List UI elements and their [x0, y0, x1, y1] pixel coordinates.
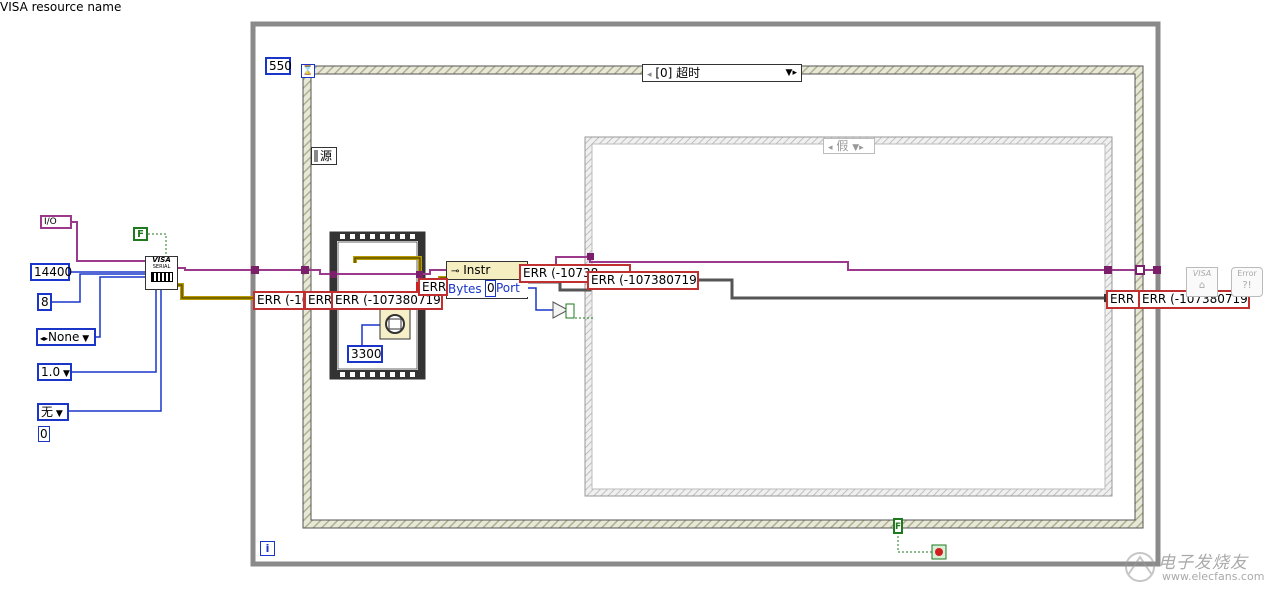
- error-indicator-node-in: ERR: [418, 278, 448, 296]
- inner-case-dropdown-icon: ▼▸: [852, 143, 864, 153]
- flow-control-numeric: 0: [38, 426, 50, 442]
- data-bits-constant[interactable]: 8: [37, 293, 52, 311]
- error-handler-label: Error: [1237, 269, 1257, 278]
- case-selector-left-arrow-icon: ◂: [647, 70, 652, 80]
- simple-error-handler-node[interactable]: Error ?!: [1231, 267, 1263, 297]
- watermark-url: www.elecfans.com: [1162, 570, 1265, 583]
- error-indicator-case-tunnel: ERR: [304, 291, 334, 310]
- error-handler-icon: ?!: [1242, 280, 1252, 291]
- timeout-terminal-icon: ⌛: [301, 64, 315, 78]
- parity-ring-left-arrow-icon: ◂▸: [40, 334, 49, 343]
- parity-value: None: [48, 330, 80, 344]
- stop-bits-value: 1.0: [41, 365, 61, 379]
- serial-port-icon: [150, 272, 173, 282]
- visa-node-line2: SERIAL: [152, 264, 171, 270]
- case-selector[interactable]: ◂ [0] 超时 ▼▸: [642, 64, 802, 82]
- case-source-node[interactable]: 源: [311, 147, 337, 165]
- case-source-label: 源: [320, 149, 333, 163]
- visa-configure-serial-node[interactable]: VISA SERIAL: [145, 256, 178, 290]
- wait-ms-value: 300: [358, 347, 382, 361]
- case-selector-arrows-icon: ▼▸: [785, 68, 797, 78]
- dropdown-arrow-icon: ▼: [60, 369, 70, 379]
- block-diagram-canvas: [52, 21, 1161, 582]
- wait-ms-constant[interactable]: 3300: [347, 345, 383, 363]
- stop-terminal[interactable]: [931, 544, 947, 560]
- flow-control-ring[interactable]: 无 ▼: [37, 403, 69, 421]
- error-indicator-inner-case: ERR (-1073807194): [587, 271, 699, 290]
- watermark-logo: [1125, 552, 1155, 582]
- error-indicator-right-tunnel: ERR: [1106, 290, 1140, 309]
- visa-close-node[interactable]: VISA ⌂: [1186, 267, 1218, 297]
- iteration-terminal: i: [260, 541, 275, 556]
- false-constant[interactable]: F: [133, 227, 148, 241]
- source-marker-icon: [314, 150, 318, 162]
- stop-bits-ring[interactable]: 1.0 ▼: [37, 363, 72, 381]
- visa-close-icon: ⌂: [1198, 280, 1206, 291]
- inner-case-left-arrow-icon: ◂: [828, 143, 833, 153]
- inner-case-selector[interactable]: ◂ 假 ▼▸: [823, 138, 875, 154]
- parity-ring[interactable]: ◂▸None ▼: [36, 328, 96, 346]
- property-node-key-icon: ⊸: [451, 266, 460, 277]
- wait-ms-node[interactable]: [379, 308, 411, 340]
- dropdown-arrow-icon: ▼: [79, 334, 90, 344]
- property-node-class: Instr: [463, 263, 491, 277]
- inner-case-structure[interactable]: [584, 136, 1113, 497]
- inner-case-label: 假: [836, 139, 849, 153]
- loop-count-constant[interactable]: 550: [265, 57, 292, 75]
- baud-rate-constant[interactable]: 14400: [30, 263, 72, 281]
- dropdown-arrow-icon: ▼: [53, 409, 63, 419]
- visa-node-line1: VISA: [152, 256, 171, 264]
- visa-resource-control[interactable]: I/O: [40, 215, 72, 229]
- stop-false-constant[interactable]: F: [893, 518, 903, 534]
- property-zero-indicator: 0: [485, 280, 496, 297]
- case-selector-label: [0] 超时: [655, 66, 701, 80]
- flow-control-value: 无: [41, 405, 54, 419]
- wait-ms-prefix: 3: [351, 347, 359, 361]
- error-indicator-loop-tunnel: ERR (-10: [253, 291, 305, 310]
- visa-close-label: VISA: [1192, 269, 1212, 278]
